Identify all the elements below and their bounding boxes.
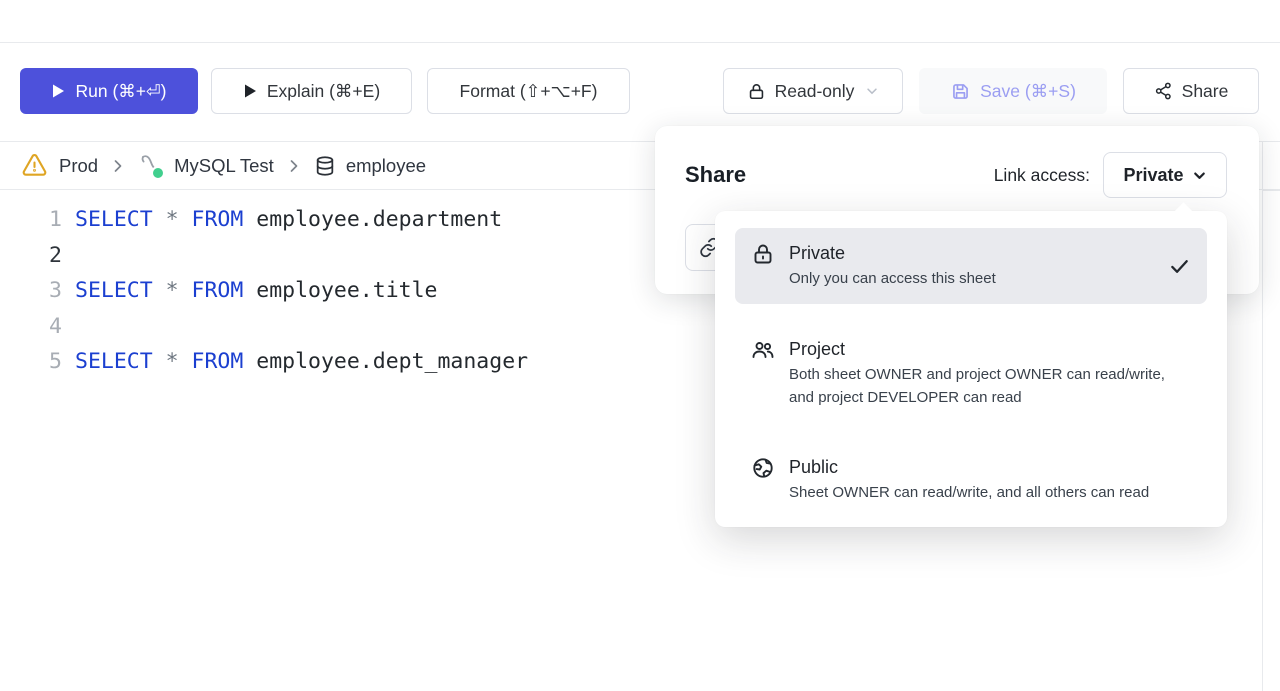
share-button[interactable]: Share [1123,68,1259,114]
environment-label: Prod [59,155,98,177]
run-button[interactable]: Run (⌘+⏎) [20,68,198,114]
access-menu-item-project[interactable]: Project Both sheet OWNER and project OWN… [735,338,1207,409]
breadcrumb-database[interactable]: employee [314,154,426,178]
header-divider [0,42,1280,43]
link-access-menu: Private Only you can access this sheet P… [715,211,1227,527]
readonly-label: Read-only [775,81,855,102]
link-access-label: Link access: [994,165,1090,186]
access-menu-item-private[interactable]: Private Only you can access this sheet [735,228,1207,304]
database-label: employee [346,155,426,177]
line-code: SELECT * FROM employee.department [62,202,502,238]
chevron-down-icon [865,84,879,98]
share-popover-title: Share [685,162,746,188]
chevron-down-icon [1192,168,1207,183]
explain-button[interactable]: Explain (⌘+E) [211,68,412,114]
line-number: 4 [0,309,62,345]
access-option-title: Public [789,456,1191,478]
save-icon [950,81,971,102]
access-option-title: Project [789,338,1191,360]
line-number: 1 [0,202,62,238]
access-option-title: Private [789,242,1160,264]
explain-button-label: Explain (⌘+E) [267,81,380,102]
link-access-value: Private [1123,165,1183,186]
line-number: 5 [0,344,62,380]
readonly-mode-dropdown[interactable]: Read-only [723,68,903,114]
line-code: SELECT * FROM employee.title [62,273,437,309]
format-button-label: Format (⇧+⌥+F) [460,81,598,102]
mysql-icon [138,153,164,179]
line-number: 2 [0,238,62,274]
instance-status-dot [151,166,165,180]
play-icon [243,83,258,99]
share-button-label: Share [1182,81,1229,102]
access-option-description: Both sheet OWNER and project OWNER can r… [789,363,1191,409]
globe-icon [751,456,775,480]
share-nodes-icon [1154,81,1173,101]
access-option-description: Sheet OWNER can read/write, and all othe… [789,481,1191,504]
line-code [62,238,75,274]
access-option-description: Only you can access this sheet [789,267,1160,290]
right-panel-border [1262,141,1263,691]
breadcrumb-environment[interactable]: Prod [59,155,98,177]
line-code [62,309,75,345]
breadcrumb-instance[interactable]: MySQL Test [138,153,274,179]
instance-label: MySQL Test [174,155,274,177]
line-code: SELECT * FROM employee.dept_manager [62,344,528,380]
chevron-right-icon [109,157,127,175]
format-button[interactable]: Format (⇧+⌥+F) [427,68,630,114]
lock-icon [747,82,766,101]
lock-icon [751,242,775,266]
warning-icon [21,153,48,178]
play-icon [51,83,66,99]
run-button-label: Run (⌘+⏎) [75,81,166,102]
database-icon [314,154,336,178]
line-number: 3 [0,273,62,309]
access-menu-item-public[interactable]: Public Sheet OWNER can read/write, and a… [735,456,1207,504]
chevron-right-icon [285,157,303,175]
right-panel-border [1262,190,1280,191]
link-access-dropdown[interactable]: Private [1103,152,1227,198]
check-icon [1168,255,1191,278]
users-icon [751,338,775,362]
save-button-label: Save (⌘+S) [980,81,1076,102]
save-button[interactable]: Save (⌘+S) [919,68,1107,114]
